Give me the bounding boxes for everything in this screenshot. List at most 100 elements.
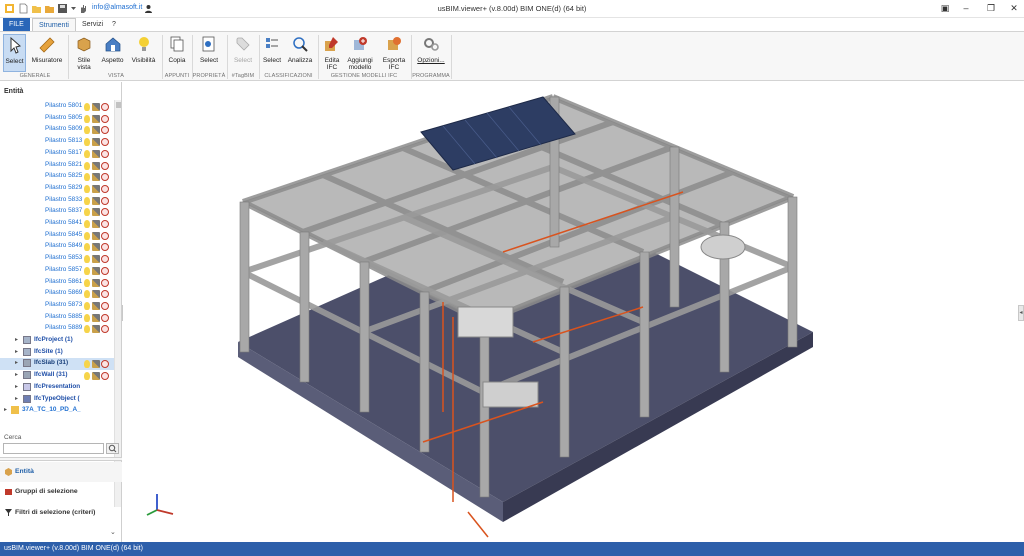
visibility-bulb-icon[interactable] [84,255,90,264]
tree-item-pilastro[interactable]: Pilastro 5857 [0,265,114,277]
tree-item-pilastro[interactable]: Pilastro 5825 [0,171,114,183]
visibility-bulb-icon[interactable] [84,243,90,252]
grid-icon[interactable] [92,184,100,193]
target-icon[interactable] [101,325,109,334]
tree-item-pilastro[interactable]: Pilastro 5861 [0,277,114,289]
grid-icon[interactable] [92,278,100,287]
visibility-bulb-icon[interactable] [84,138,90,147]
properties-select-button[interactable]: Select [196,34,222,72]
measure-button[interactable]: Misuratore [29,34,65,72]
grid-icon[interactable] [92,266,100,275]
tree-item-pilastro[interactable]: Pilastro 5829 [0,183,114,195]
target-icon[interactable] [101,360,109,369]
grid-icon[interactable] [92,126,100,135]
target-icon[interactable] [101,196,109,205]
expand-arrow-icon[interactable]: ▸ [15,348,18,355]
visibility-bulb-icon[interactable] [84,149,90,158]
target-icon[interactable] [101,313,109,322]
visibility-bulb-icon[interactable] [84,313,90,322]
nav-entita[interactable]: Entità [0,462,122,482]
search-input[interactable] [3,443,104,454]
tree-item-pilastro[interactable]: Pilastro 5805 [0,113,114,125]
scrollbar-thumb[interactable] [116,102,121,108]
tree-item-pilastro[interactable]: Pilastro 5849 [0,241,114,253]
visibility-bulb-icon[interactable] [84,360,90,369]
restore-icon[interactable]: ❐ [983,2,999,15]
tree-item-pilastro[interactable]: Pilastro 5813 [0,136,114,148]
add-model-button[interactable]: Aggiungi modello [345,34,375,72]
tree-node-ifc[interactable]: ▸ IfcSite (1) [0,347,114,359]
nav-gruppi[interactable]: Gruppi di selezione [0,482,122,502]
grid-icon[interactable] [92,325,100,334]
tree-item-pilastro[interactable]: Pilastro 5837 [0,206,114,218]
tree-node-ifc[interactable]: ▸ IfcPresentation [0,382,114,394]
tree-item-pilastro[interactable]: Pilastro 5821 [0,160,114,172]
visibility-bulb-icon[interactable] [84,290,90,299]
grid-icon[interactable] [92,114,100,123]
expand-arrow-icon[interactable]: ▸ [15,336,18,343]
3d-viewport[interactable] [123,82,1018,542]
target-icon[interactable] [101,231,109,240]
tree-item-pilastro[interactable]: Pilastro 5809 [0,124,114,136]
tree-item-pilastro[interactable]: Pilastro 5853 [0,253,114,265]
classify-select-button[interactable]: Select [262,34,282,72]
target-icon[interactable] [101,103,109,111]
expand-arrow-icon[interactable]: ▸ [4,406,7,413]
target-icon[interactable] [101,220,109,228]
target-icon[interactable] [101,126,109,135]
target-icon[interactable] [101,290,109,299]
visibility-bulb-icon[interactable] [84,103,90,111]
target-icon[interactable] [101,372,109,381]
expand-arrow-icon[interactable]: ▸ [15,371,18,378]
grid-icon[interactable] [92,220,100,228]
analyze-button[interactable]: Analizza [286,34,314,72]
grid-icon[interactable] [92,301,100,310]
target-icon[interactable] [101,173,109,182]
options-button[interactable]: Opzioni... [414,34,448,72]
search-button[interactable] [106,443,119,454]
tree-node-ifc[interactable]: ▸ IfcWall (31) [0,370,114,382]
panel-splitter[interactable] [0,457,122,461]
grid-icon[interactable] [92,149,100,158]
expand-arrow-icon[interactable]: ▸ [15,383,18,390]
target-icon[interactable] [101,301,109,310]
tree-node-ifc[interactable]: ▸ IfcProject (1) [0,335,114,347]
visibility-bulb-icon[interactable] [84,184,90,193]
chevron-down-icon[interactable]: ⌄ [110,528,116,536]
target-icon[interactable] [101,208,109,217]
target-icon[interactable] [101,266,109,275]
visibility-bulb-icon[interactable] [84,372,90,381]
grid-icon[interactable] [92,231,100,240]
target-icon[interactable] [101,255,109,264]
tree-item-pilastro[interactable]: Pilastro 5801 [0,101,114,113]
view-style-button[interactable]: Stile vista [72,34,96,72]
grid-icon[interactable] [92,208,100,217]
visibility-bulb-icon[interactable] [84,126,90,135]
grid-icon[interactable] [92,360,100,369]
tab-strumenti[interactable]: Strumenti [32,18,76,31]
bim-model-render[interactable] [123,82,1018,542]
visibility-bulb-icon[interactable] [84,173,90,182]
visibility-bulb-icon[interactable] [84,266,90,275]
grid-icon[interactable] [92,196,100,205]
select-tool-button[interactable]: Select [3,34,26,72]
tree-item-pilastro[interactable]: Pilastro 5869 [0,288,114,300]
visibility-bulb-icon[interactable] [84,208,90,217]
target-icon[interactable] [101,114,109,123]
grid-icon[interactable] [92,372,100,381]
visibility-bulb-icon[interactable] [84,278,90,287]
grid-icon[interactable] [92,255,100,264]
grid-icon[interactable] [92,313,100,322]
edit-ifc-button[interactable]: Edita IFC [321,34,343,72]
copy-button[interactable]: Copia [165,34,189,72]
target-icon[interactable] [101,243,109,252]
nav-filtri[interactable]: Filtri di selezione (criteri) [0,503,122,523]
close-icon[interactable]: ✕ [1006,2,1022,15]
target-icon[interactable] [101,184,109,193]
visibility-bulb-icon[interactable] [84,220,90,228]
visibility-bulb-icon[interactable] [84,325,90,334]
tree-item-pilastro[interactable]: Pilastro 5833 [0,195,114,207]
visibility-bulb-icon[interactable] [84,196,90,205]
tree-item-pilastro[interactable]: Pilastro 5845 [0,230,114,242]
target-icon[interactable] [101,161,109,170]
